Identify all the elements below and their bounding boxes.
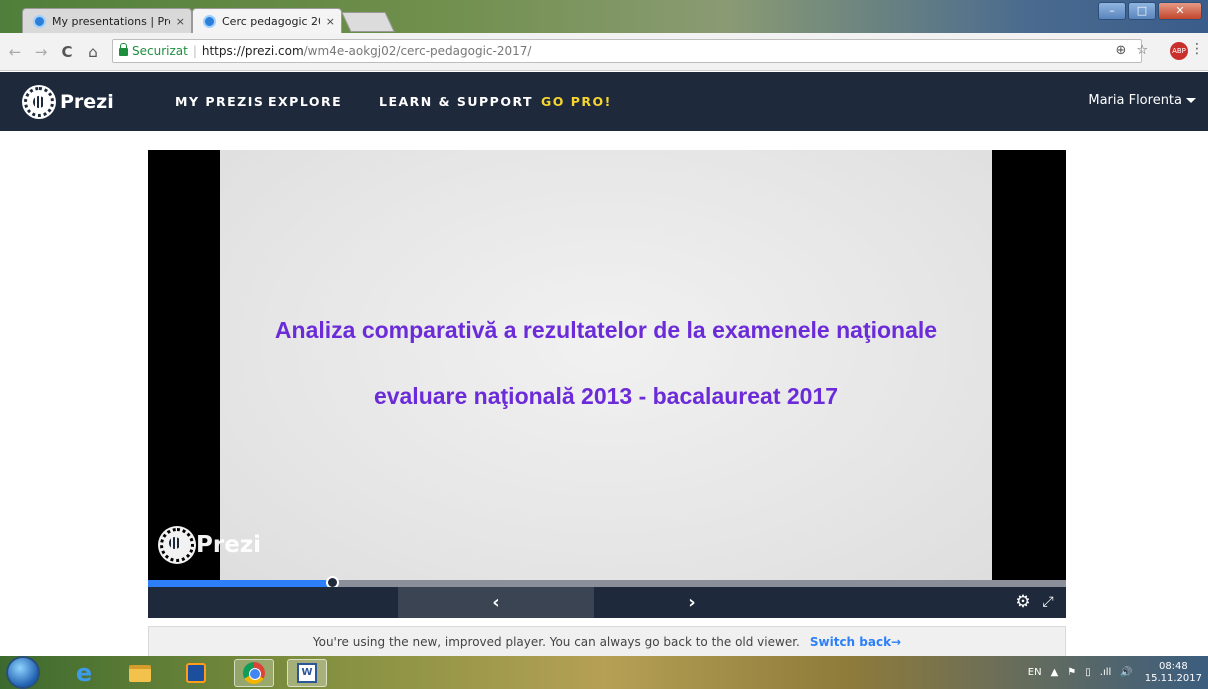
presentation-slide[interactable]: Analiza comparativă a rezultatelor de la… [220,150,992,580]
tab-title: Cerc pedagogic 2017 by [222,14,320,28]
internet-explorer-icon[interactable]: e [64,659,104,687]
chrome-icon[interactable] [234,659,274,687]
prezi-watermark-icon [160,528,194,562]
prezi-logo-text: Prezi [60,91,114,113]
prezi-logo[interactable]: Prezi [24,87,114,117]
bookmark-star-icon[interactable]: ☆ [1136,43,1148,58]
back-icon[interactable]: ← [4,43,26,61]
secure-label: Securizat [132,44,188,58]
tab-cerc-pedagogic[interactable]: Cerc pedagogic 2017 by × [192,8,342,33]
zoom-icon[interactable]: ⊕ [1115,43,1126,58]
home-icon[interactable]: ⌂ [82,43,104,61]
address-bar[interactable]: Securizat | https://prezi.com /wm4e-aokg… [112,39,1142,63]
prezi-logo-icon [24,87,54,117]
url-host: https://prezi.com [201,44,304,58]
player-controls: ‹ › ⚙ ⤢ [148,587,1066,618]
window-controls: – □ ✕ [1098,2,1202,20]
tab-close-icon[interactable]: × [326,15,335,28]
browser-menu-icon[interactable]: ⋮ [1190,41,1204,57]
tab-my-presentations[interactable]: My presentations | Prezi × [22,8,192,33]
fullscreen-icon[interactable]: ⤢ [1040,593,1056,611]
media-player-icon[interactable] [176,659,216,687]
caret-down-icon[interactable] [1186,98,1196,103]
action-center-flag-icon[interactable]: ⚑ [1067,667,1076,678]
nav-explore[interactable]: EXPLORE [268,94,342,109]
nav-my-prezis[interactable]: MY PREZIS [175,94,264,109]
tab-close-icon[interactable]: × [176,15,185,28]
clock-time: 08:48 [1158,660,1188,672]
notice-text: You're using the new, improved player. Y… [312,635,800,649]
reload-icon[interactable]: C [56,43,78,61]
language-indicator[interactable]: EN [1028,667,1042,678]
word-glyph: W [297,663,317,683]
battery-icon[interactable]: ▯ [1085,667,1091,678]
nav-go-pro[interactable]: GO PRO! [541,94,612,109]
url-separator: | [192,44,197,58]
network-signal-icon[interactable]: .ıll [1100,667,1112,678]
browser-toolbar: ← → C ⌂ Securizat | https://prezi.com /w… [0,33,1208,71]
forward-icon[interactable]: → [30,43,52,61]
slide-title-line-1: Analiza comparativă a rezultatelor de la… [274,317,938,343]
progress-fill [148,580,332,587]
show-hidden-icons-icon[interactable]: ▲ [1051,667,1059,678]
new-tab-button[interactable] [341,12,395,32]
url-path: /wm4e-aokgj02/cerc-pedagogic-2017/ [303,44,532,58]
user-menu[interactable]: Maria Florenta [1088,93,1182,108]
progress-bar[interactable] [148,576,1066,589]
new-player-notice: You're using the new, improved player. Y… [148,626,1066,658]
volume-icon[interactable]: 🔊 [1120,667,1132,678]
previous-step-button[interactable]: ‹ [398,587,594,618]
maximize-button[interactable]: □ [1128,2,1156,20]
clock[interactable]: 08:48 15.11.2017 [1145,661,1202,685]
prezi-favicon-icon [33,14,46,28]
slide-title-line-2: evaluare naţională 2013 - bacalaureat 20… [373,383,839,409]
file-explorer-icon[interactable] [120,659,160,687]
next-step-button[interactable]: › [594,587,790,618]
adblock-extension-icon[interactable]: ABP [1170,42,1188,60]
tab-title: My presentations | Prezi [52,14,170,28]
omnibox-icons: ⊕ ☆ [1115,43,1148,58]
browser-tab-strip: My presentations | Prezi × Cerc pedagogi… [0,0,1208,33]
prezi-watermark: Prezi [160,528,261,562]
clock-date: 15.11.2017 [1144,672,1202,684]
minimize-button[interactable]: – [1098,2,1126,20]
close-window-button[interactable]: ✕ [1158,2,1202,20]
start-button[interactable] [6,656,40,689]
system-tray: EN ▲ ⚑ ▯ .ıll 🔊 08:48 15.11.2017 [1019,656,1202,689]
lock-icon [119,43,128,56]
nav-learn-support[interactable]: LEARN & SUPPORT [379,94,533,109]
prezi-player: Analiza comparativă a rezultatelor de la… [148,150,1066,618]
prezi-favicon-icon [203,14,216,28]
word-icon[interactable]: W [287,659,327,687]
settings-gear-icon[interactable]: ⚙ [1014,593,1032,611]
switch-back-link[interactable]: Switch back→ [810,635,901,649]
windows-taskbar: e W EN ▲ ⚑ ▯ .ıll 🔊 08:48 15.11.2017 [0,656,1208,689]
prezi-header: Prezi MY PREZIS EXPLORE LEARN & SUPPORT … [0,72,1208,131]
prezi-watermark-text: Prezi [196,532,262,558]
